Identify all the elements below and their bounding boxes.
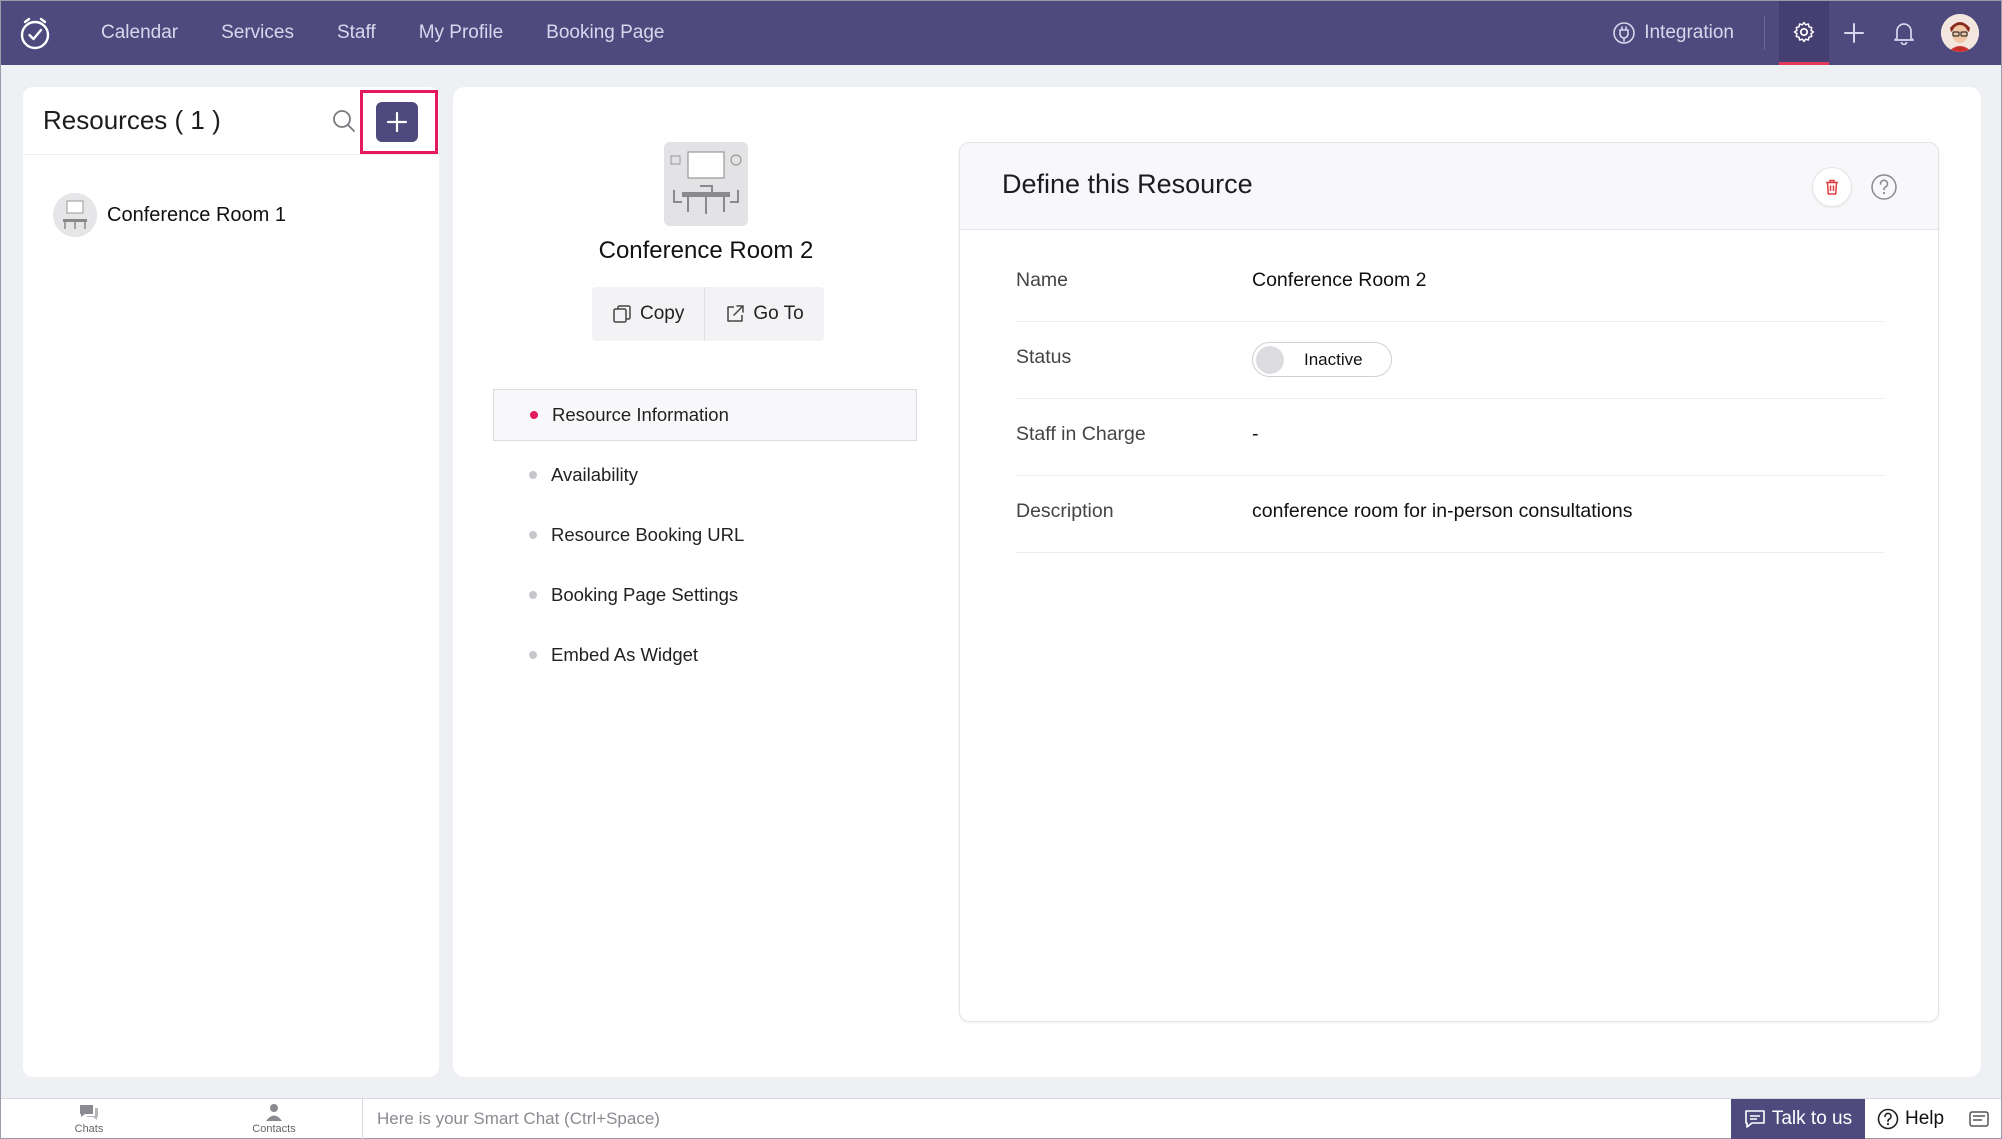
delete-resource-button[interactable] [1812,167,1852,207]
bottom-bar: Chats Contacts Here is your Smart Chat (… [1,1098,2001,1139]
description-label: Description [1016,500,1114,522]
notes-button[interactable] [1967,1107,1991,1131]
nav-actions: Integration [1612,1,2001,65]
menu-booking-page-settings[interactable]: Booking Page Settings [493,569,917,621]
resource-thumbnail [53,193,97,237]
create-new-button[interactable] [1829,1,1879,65]
dot-icon [529,591,537,599]
resource-name: Conference Room 1 [107,203,286,226]
nav-divider [1764,16,1765,50]
menu-resource-booking-url[interactable]: Resource Booking URL [493,509,917,561]
status-value: Inactive [1304,349,1363,369]
integration-icon [1613,22,1636,44]
resource-image[interactable] [664,142,748,226]
menu-label: Embed As Widget [551,644,699,665]
gear-icon [1793,21,1815,42]
external-link-icon [727,305,745,322]
dot-icon [529,471,537,479]
chats-label: Chats [74,1123,104,1135]
menu-label: Availability [551,464,639,485]
chat-bubble-icon [80,1105,98,1120]
toggle-knob [1256,345,1284,374]
copy-icon [613,305,631,323]
message-icon [1745,1110,1765,1128]
menu-label: Booking Page Settings [551,584,739,605]
resource-section-menu: Resource Information Availability Resour… [493,389,917,689]
resource-detail-panel: Conference Room 2 Copy Go To Resource In… [453,87,1981,1077]
copy-label: Copy [640,303,685,324]
app-logo-icon[interactable] [17,15,53,51]
user-avatar[interactable] [1941,14,1979,52]
primary-nav: Calendar Services Staff My Profile Booki… [101,1,708,65]
smart-chat-input[interactable]: Here is your Smart Chat (Ctrl+Space) [377,1109,660,1129]
contacts-button[interactable]: Contacts [234,1102,314,1135]
define-resource-title: Define this Resource [1002,169,1253,199]
menu-label: Resource Information [552,404,729,425]
talk-to-us-button[interactable]: Talk to us [1731,1099,1865,1139]
add-resource-button[interactable] [376,102,418,142]
resources-panel: Resources ( 1 ) Conference Room 1 [23,87,439,1077]
top-navigation-bar: Calendar Services Staff My Profile Booki… [1,1,2001,65]
description-value[interactable]: conference room for in-person consultati… [1252,500,1632,523]
staff-value[interactable]: - [1252,423,1259,446]
name-value[interactable]: Conference Room 2 [1252,269,1427,292]
active-dot-icon [530,411,538,419]
trash-icon [1826,179,1838,195]
question-icon [1877,1108,1899,1130]
plus-icon [1844,23,1864,43]
status-label: Status [1016,346,1072,368]
go-to-label: Go To [753,303,804,324]
name-label: Name [1016,269,1069,291]
resource-list-item[interactable]: Conference Room 1 [53,193,286,237]
menu-availability[interactable]: Availability [493,449,917,501]
define-resource-card: Define this Resource Name Conference Roo… [959,142,1939,1022]
nav-services[interactable]: Services [221,22,294,44]
contacts-label: Contacts [252,1123,296,1135]
talk-to-us-label: Talk to us [1771,1108,1853,1129]
bell-icon [1894,23,1914,45]
conference-room-icon [53,193,97,237]
field-row-name: Name Conference Room 2 [1016,245,1884,322]
go-to-button[interactable]: Go To [705,287,823,341]
search-resources-button[interactable] [331,108,357,134]
conference-room-icon [664,142,748,226]
menu-embed-as-widget[interactable]: Embed As Widget [493,629,917,681]
integration-label: Integration [1644,22,1734,43]
nav-booking-page[interactable]: Booking Page [546,22,664,44]
person-icon [266,1104,282,1121]
question-icon [1871,174,1897,200]
settings-button[interactable] [1779,1,1829,65]
dot-icon [529,651,537,659]
nav-calendar[interactable]: Calendar [101,22,178,44]
staff-label: Staff in Charge [1016,423,1146,445]
status-toggle[interactable]: Inactive [1252,342,1392,377]
resource-title: Conference Room 2 [598,237,814,264]
menu-resource-information[interactable]: Resource Information [493,389,917,441]
bottom-divider [362,1099,363,1139]
help-link[interactable]: Help [1877,1099,1944,1139]
field-row-description: Description conference room for in-perso… [1016,476,1884,553]
avatar-icon [1941,14,1979,52]
notes-icon [1969,1111,1989,1127]
resource-actions: Copy Go To [592,287,824,341]
help-label: Help [1905,1108,1945,1129]
notifications-button[interactable] [1879,1,1929,65]
copy-button[interactable]: Copy [592,287,704,341]
search-icon [333,110,355,132]
integration-link[interactable]: Integration [1612,21,1734,45]
resources-header: Resources ( 1 ) [23,87,439,155]
nav-staff[interactable]: Staff [337,22,376,44]
resources-title: Resources ( 1 ) [43,105,221,135]
plus-icon [386,111,408,133]
help-button[interactable] [1870,173,1898,201]
chats-button[interactable]: Chats [49,1102,129,1135]
field-row-status: Status Inactive [1016,322,1884,399]
field-row-staff: Staff in Charge - [1016,399,1884,476]
nav-my-profile[interactable]: My Profile [419,22,503,44]
menu-label: Resource Booking URL [551,524,745,545]
define-resource-header: Define this Resource [960,143,1938,230]
dot-icon [529,531,537,539]
